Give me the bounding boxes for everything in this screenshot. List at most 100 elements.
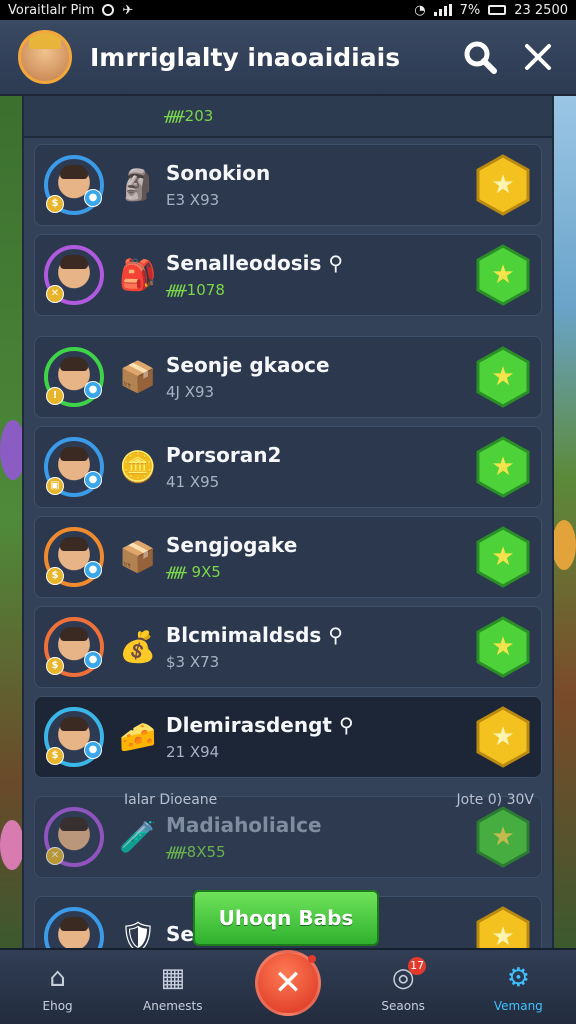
header-bar: Imrriglalty inaoaidiais xyxy=(0,20,576,96)
list-item-text: Porsoran2 41 X95 xyxy=(166,443,476,491)
gear-icon: ⚙ xyxy=(506,963,530,993)
list-item[interactable]: $ ● 📦 Sengjogake ᚏ 9X5 ★ xyxy=(34,516,542,598)
avatar-badge: $ xyxy=(46,657,64,675)
list-item[interactable]: $ ● 🧀 Dlemirasdengt ⚲ 21 X94 ★ xyxy=(34,696,542,778)
section-label-left: Ialar Dioeane xyxy=(124,792,218,808)
item-icon: 💰 xyxy=(119,629,157,665)
item-stat: E3 X93 xyxy=(166,191,220,209)
item-icon: 🗿 xyxy=(119,167,157,203)
avatar-badge: ▣ xyxy=(46,477,64,495)
battery-icon xyxy=(488,5,507,15)
star-icon: ★ xyxy=(491,822,515,852)
star-icon: ★ xyxy=(491,542,515,572)
list-item[interactable]: ✕ 🧪 Madiaholialce ᚏ8X55 ★ xyxy=(34,796,542,878)
battle-button[interactable]: ✕ xyxy=(254,950,321,1016)
item-icon: 🪙 xyxy=(119,449,157,485)
list-item-text: Sengjogake ᚏ 9X5 xyxy=(166,533,476,581)
item-name: Sengjogake xyxy=(166,533,298,557)
nav-label: Anemests xyxy=(143,999,203,1013)
profile-avatar[interactable] xyxy=(18,30,72,84)
list-item[interactable]: ! ● 📦 Seonje gkaoce 4J X93 ★ xyxy=(34,336,542,418)
character-avatar: ✕ xyxy=(44,245,104,305)
list-item[interactable]: ▣ ● 🪙 Porsoran2 41 X95 ★ xyxy=(34,426,542,508)
list-item-text: Dlemirasdengt ⚲ 21 X94 xyxy=(166,713,476,761)
close-icon xyxy=(525,44,551,70)
item-stat: 41 X95 xyxy=(166,473,220,491)
battery-text: 7% xyxy=(459,2,481,18)
collect-button[interactable]: ★ xyxy=(476,806,530,868)
nav-settings[interactable]: ⚙ Vemang xyxy=(473,961,563,1013)
item-name: Blcmimaldsds ⚲ xyxy=(166,623,343,647)
character-avatar: ✕ xyxy=(44,807,104,867)
star-icon: ★ xyxy=(491,362,515,392)
collect-button[interactable]: ★ xyxy=(476,706,530,768)
item-name: Madiaholialce xyxy=(166,813,322,837)
status-left-text: Voraitlalr Pim xyxy=(8,2,95,18)
character-avatar: ! ● xyxy=(44,347,104,407)
item-stat: ᚏ8X55 xyxy=(166,843,226,861)
nav-home[interactable]: ⌂ Ehog xyxy=(13,961,103,1013)
crossed-swords-icon: ✕ xyxy=(273,963,303,1003)
nav-stats[interactable]: ▦ Anemests xyxy=(128,961,218,1013)
close-button[interactable] xyxy=(518,37,558,77)
nav-center[interactable]: ✕ xyxy=(243,950,333,1016)
star-icon: ★ xyxy=(491,260,515,290)
star-icon: ★ xyxy=(491,452,515,482)
item-list[interactable]: ᚏ203 $ ● 🗿 Sonokion E3 X93 ★ ✕ 🎒 Senalleodosis ⚲… xyxy=(22,96,554,948)
item-name: Sonokion xyxy=(166,161,271,185)
collect-button[interactable]: ★ xyxy=(476,906,530,948)
star-icon: ★ xyxy=(491,722,515,752)
primary-action-button[interactable]: Uhoqn Babs xyxy=(193,890,379,946)
avatar-status-dot: ● xyxy=(84,561,102,579)
item-name: Porsoran2 xyxy=(166,443,282,467)
list-item[interactable]: ✕ 🎒 Senalleodosis ⚲ ᚏ1078 ★ xyxy=(34,234,542,316)
status-bar: Voraitlalr Pim ✈ ◔ 7% 23 2500 xyxy=(0,0,576,20)
stats-icon: ▦ xyxy=(160,963,186,993)
collect-button[interactable]: ★ xyxy=(476,526,530,588)
nav-label: Ehog xyxy=(42,999,73,1013)
avatar-status-dot: ● xyxy=(84,471,102,489)
search-button[interactable] xyxy=(460,37,500,77)
flower-bush xyxy=(552,520,576,570)
wifi-icon: ◔ xyxy=(414,2,426,18)
item-stat: $3 X73 xyxy=(166,653,220,671)
avatar-badge: $ xyxy=(46,195,64,213)
collect-button[interactable]: ★ xyxy=(476,436,530,498)
character-avatar xyxy=(44,907,104,948)
list-item-text: Senalleodosis ⚲ ᚏ1078 xyxy=(166,251,476,299)
collect-button[interactable]: ★ xyxy=(476,616,530,678)
airplane-icon: ✈ xyxy=(122,2,134,18)
page-title: Imrriglalty inaoaidiais xyxy=(90,42,401,72)
item-name: Seonje gkaoce xyxy=(166,353,330,377)
character-avatar: ▣ ● xyxy=(44,437,104,497)
item-icon: 🛡 xyxy=(118,919,158,949)
list-item-text: Blcmimaldsds ⚲ $3 X73 xyxy=(166,623,476,671)
list-item-value: ᚏ203 xyxy=(164,107,214,125)
section-label-right: Jote 0) 30V xyxy=(456,792,534,808)
list-item-partial[interactable]: ᚏ203 xyxy=(24,96,552,138)
avatar-badge: ✕ xyxy=(46,285,64,303)
star-icon: ★ xyxy=(491,170,515,200)
list-item[interactable]: $ ● 🗿 Sonokion E3 X93 ★ xyxy=(34,144,542,226)
signal-icon xyxy=(433,4,452,16)
item-stat: ᚏ1078 xyxy=(166,281,225,299)
avatar-status-dot: ● xyxy=(84,189,102,207)
search-icon xyxy=(464,41,497,74)
avatar-badge: ✕ xyxy=(46,847,64,865)
avatar-status-dot: ● xyxy=(84,651,102,669)
star-icon: ★ xyxy=(491,922,515,948)
avatar-badge: ! xyxy=(46,387,64,405)
item-stat: 21 X94 xyxy=(166,743,220,761)
alarm-icon xyxy=(102,4,115,16)
item-icon: 📦 xyxy=(119,539,157,575)
collect-button[interactable]: ★ xyxy=(476,154,530,216)
character-avatar: $ ● xyxy=(44,155,104,215)
collect-button[interactable]: ★ xyxy=(476,346,530,408)
nav-chat[interactable]: ◎ 17 Seaons xyxy=(358,957,448,1013)
item-icon: 🎒 xyxy=(119,257,157,293)
character-avatar: $ ● xyxy=(44,527,104,587)
collect-button[interactable]: ★ xyxy=(476,244,530,306)
avatar-status-dot: ● xyxy=(84,381,102,399)
item-icon: 🧪 xyxy=(119,819,157,855)
list-item[interactable]: $ ● 💰 Blcmimaldsds ⚲ $3 X73 ★ xyxy=(34,606,542,688)
